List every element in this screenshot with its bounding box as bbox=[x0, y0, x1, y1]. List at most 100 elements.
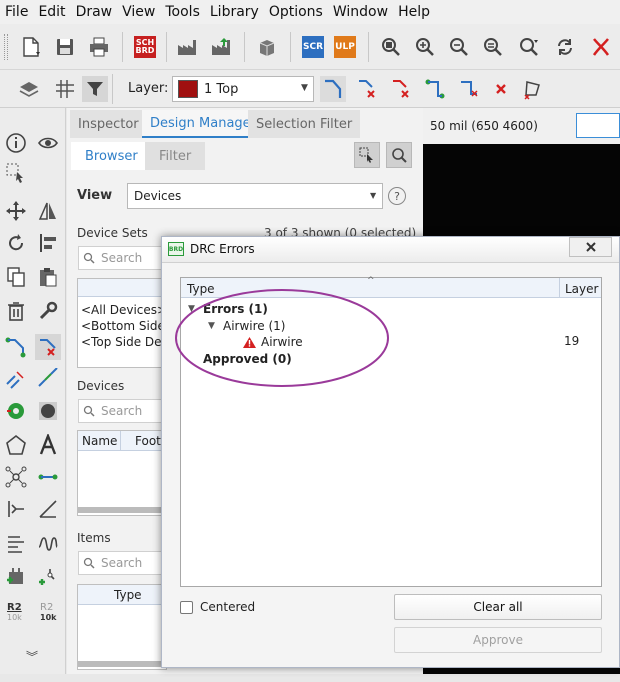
centered-checkbox[interactable] bbox=[180, 601, 193, 614]
menu-help[interactable]: Help bbox=[393, 4, 435, 20]
zoom-select-icon[interactable] bbox=[516, 34, 542, 60]
ulp-icon[interactable]: ULP bbox=[332, 34, 358, 60]
device-sets-list[interactable]: <All Devices> <Bottom Side <Top Side Dev bbox=[77, 278, 169, 368]
menu-library[interactable]: Library bbox=[205, 4, 264, 20]
differential-pair-icon[interactable] bbox=[3, 366, 29, 392]
command-line-input[interactable] bbox=[576, 113, 620, 138]
close-button[interactable] bbox=[569, 237, 612, 257]
tab-design-manager[interactable]: Design Manager bbox=[142, 110, 264, 138]
zoom-in-icon[interactable] bbox=[412, 34, 438, 60]
expand-more-icon[interactable]: ︾ bbox=[26, 648, 38, 665]
menu-file[interactable]: File bbox=[0, 4, 33, 20]
meander-icon[interactable] bbox=[35, 366, 61, 392]
value-button-label[interactable]: R2 bbox=[7, 602, 22, 613]
hole-icon[interactable] bbox=[35, 398, 61, 424]
mirror-icon[interactable] bbox=[35, 198, 61, 224]
drc-error-tree[interactable]: Type ^ Layer ▼ Errors (1) ▼ Airwire (1) … bbox=[175, 276, 602, 587]
cam-processor-icon[interactable] bbox=[174, 34, 200, 60]
move-icon[interactable] bbox=[3, 198, 29, 224]
horizontal-scrollbar[interactable] bbox=[78, 507, 166, 513]
polygon-icon[interactable] bbox=[3, 432, 29, 458]
paste-icon[interactable] bbox=[35, 264, 61, 290]
devices-search[interactable]: Search bbox=[78, 399, 168, 423]
layer-settings-icon[interactable] bbox=[16, 76, 42, 102]
column-footprint[interactable]: Foot bbox=[135, 434, 161, 448]
copy-icon[interactable] bbox=[3, 264, 29, 290]
script-icon[interactable]: SCR bbox=[300, 34, 326, 60]
route-manual-icon[interactable] bbox=[3, 334, 29, 360]
autorouter-icon[interactable] bbox=[422, 76, 448, 102]
layer-select[interactable]: 1 Top ▼ bbox=[172, 76, 314, 102]
redraw-icon[interactable] bbox=[552, 34, 578, 60]
select-in-canvas-button[interactable] bbox=[354, 142, 380, 168]
list-item[interactable]: <Bottom Side bbox=[81, 319, 165, 333]
print-icon[interactable] bbox=[86, 34, 112, 60]
help-icon[interactable]: ? bbox=[388, 187, 406, 205]
list-item[interactable]: <All Devices> bbox=[81, 303, 167, 317]
smash-icon[interactable] bbox=[3, 530, 29, 556]
device-sets-search[interactable]: Search bbox=[78, 246, 168, 270]
ripup-tool-icon[interactable] bbox=[35, 334, 61, 360]
menu-view[interactable]: View bbox=[117, 4, 160, 20]
tab-selection-filter[interactable]: Selection Filter bbox=[248, 110, 361, 138]
delete-icon[interactable] bbox=[3, 298, 29, 324]
toolbar-grip[interactable] bbox=[4, 34, 8, 60]
save-icon[interactable] bbox=[52, 34, 78, 60]
horizontal-scrollbar[interactable] bbox=[78, 661, 166, 667]
ripup-routed-icon[interactable] bbox=[388, 76, 414, 102]
menu-window[interactable]: Window bbox=[328, 4, 393, 20]
tab-filter[interactable]: Filter bbox=[145, 142, 206, 170]
eye-icon[interactable] bbox=[35, 130, 61, 156]
zoom-to-selection-button[interactable] bbox=[386, 142, 412, 168]
grid-icon[interactable] bbox=[52, 76, 78, 102]
via-icon[interactable] bbox=[3, 398, 29, 424]
items-table[interactable]: Type bbox=[77, 584, 167, 670]
stop-command-icon[interactable] bbox=[588, 34, 614, 60]
script-badge: SCR bbox=[302, 36, 324, 58]
sch-brd-switch-icon[interactable]: SCH BRD bbox=[132, 34, 158, 60]
rotate-icon[interactable] bbox=[3, 230, 29, 256]
add-connector-icon[interactable] bbox=[35, 564, 61, 590]
view-select[interactable]: Devices ▼ bbox=[127, 183, 383, 209]
text-icon[interactable] bbox=[35, 432, 61, 458]
add-part-icon[interactable] bbox=[3, 564, 29, 590]
clear-all-button[interactable]: Clear all bbox=[394, 594, 602, 620]
close-icon bbox=[585, 242, 596, 252]
menu-edit[interactable]: Edit bbox=[33, 4, 70, 20]
route-wire-icon[interactable] bbox=[320, 76, 346, 102]
tab-inspector[interactable]: Inspector bbox=[70, 110, 147, 138]
column-type[interactable]: Type bbox=[114, 588, 142, 602]
items-search[interactable]: Search bbox=[78, 551, 168, 575]
list-item[interactable]: <Top Side Dev bbox=[81, 335, 169, 349]
menu-options[interactable]: Options bbox=[264, 4, 328, 20]
zoom-fit-icon[interactable] bbox=[378, 34, 404, 60]
name-button-label[interactable]: R2 bbox=[40, 602, 53, 613]
selection-filter-icon[interactable] bbox=[82, 76, 108, 102]
devices-table[interactable]: Name Foot bbox=[77, 430, 167, 516]
polygon-pour-icon[interactable] bbox=[520, 76, 546, 102]
info-icon[interactable] bbox=[3, 130, 29, 156]
signal-icon[interactable] bbox=[3, 464, 29, 490]
tab-browser[interactable]: Browser bbox=[71, 142, 152, 170]
align-icon[interactable] bbox=[35, 230, 61, 256]
column-layer[interactable]: Layer bbox=[565, 282, 598, 296]
zoom-previous-icon[interactable] bbox=[480, 34, 506, 60]
route-multiple-icon[interactable] bbox=[456, 76, 482, 102]
group-select-icon[interactable] bbox=[3, 160, 29, 186]
meander-length-icon[interactable] bbox=[35, 530, 61, 556]
delete-airwires-icon[interactable] bbox=[488, 76, 514, 102]
menu-draw[interactable]: Draw bbox=[71, 4, 118, 20]
line-icon[interactable] bbox=[35, 496, 61, 522]
ripup-icon[interactable] bbox=[354, 76, 380, 102]
new-file-icon[interactable] bbox=[18, 34, 44, 60]
manufacturing-icon[interactable] bbox=[208, 34, 234, 60]
wire-icon[interactable] bbox=[35, 464, 61, 490]
column-name[interactable]: Name bbox=[82, 434, 117, 448]
dialog-titlebar[interactable]: BRD DRC Errors bbox=[162, 237, 619, 263]
attribute-icon[interactable] bbox=[3, 496, 29, 522]
menu-tools[interactable]: Tools bbox=[160, 4, 205, 20]
wrench-icon[interactable] bbox=[35, 298, 61, 324]
3d-view-icon[interactable] bbox=[254, 34, 280, 60]
zoom-out-icon[interactable] bbox=[446, 34, 472, 60]
approve-button[interactable]: Approve bbox=[394, 627, 602, 653]
